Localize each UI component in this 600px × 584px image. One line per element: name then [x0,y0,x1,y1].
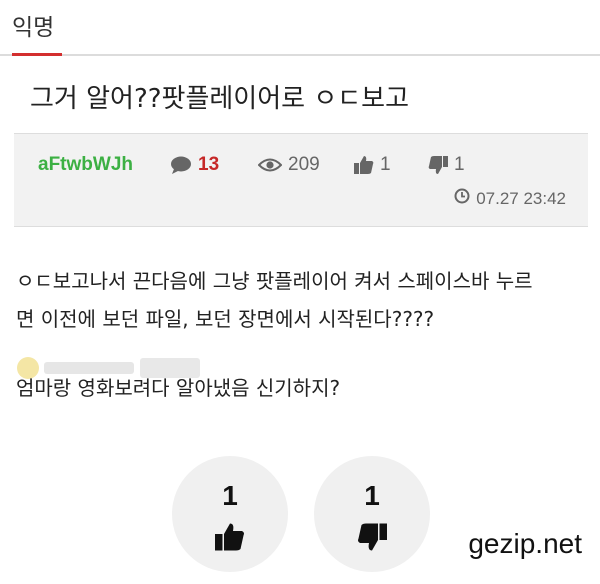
active-tab-indicator [12,53,62,56]
thumbs-down-icon [428,155,448,175]
tab-bar: 익명 [0,0,600,56]
site-watermark: gezip.net [468,528,582,559]
timestamp-value: 07.27 23:42 [476,188,566,208]
upvote-button[interactable]: 1 [172,456,288,572]
view-count-value: 209 [288,154,320,175]
post-title: 그거 알어??팟플레이어로 ㅇㄷ보고 [30,84,410,114]
post-meta: aFtwbWJh 13 209 1 1 07.27 23:42 [14,133,588,227]
body-line: 면 이전에 보던 파일, 보던 장면에서 시작된다???? [16,307,435,331]
dislike-count-value: 1 [454,154,465,175]
body-line: ㅇㄷ보고나서 끈다음에 그냥 팟플레이어 켜서 스페이스바 누르 [16,269,533,293]
tab-anonymous[interactable]: 익명 [12,8,54,42]
clock-icon [454,188,470,209]
downvote-button[interactable]: 1 [314,456,430,572]
downvote-count: 1 [364,480,380,511]
thumbs-up-icon [354,155,374,175]
post-body: ㅇㄷ보고나서 끈다음에 그냥 팟플레이어 켜서 스페이스바 누르 면 이전에 보… [16,262,586,407]
dislike-count: 1 [428,154,465,176]
body-line: 엄마랑 영화보려다 알아냈음 신기하지? [16,376,341,400]
view-count: 209 [258,154,320,176]
post-timestamp: 07.27 23:42 [454,188,566,209]
post-page: 익명 그거 알어??팟플레이어로 ㅇㄷ보고 aFtwbWJh 13 209 1 … [0,0,600,584]
comment-count-value: 13 [198,154,220,175]
eye-icon [258,157,282,173]
upvote-count: 1 [222,480,238,511]
like-count-value: 1 [380,154,391,175]
author-name[interactable]: aFtwbWJh [38,154,133,176]
comment-count[interactable]: 13 [170,154,219,176]
thumbs-down-icon [356,522,388,556]
thumbs-up-icon [214,522,246,556]
like-count: 1 [354,154,391,176]
comment-bubble-icon [170,155,192,175]
